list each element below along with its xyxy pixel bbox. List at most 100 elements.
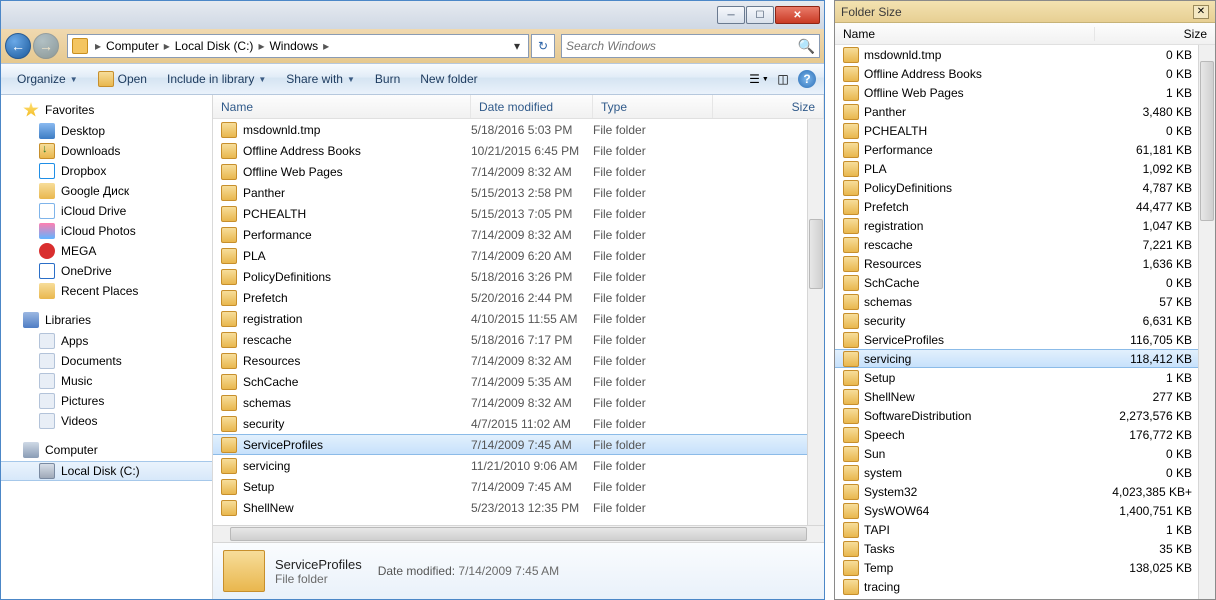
list-item[interactable]: Sun0 KB bbox=[835, 444, 1198, 463]
fs-column-name[interactable]: Name bbox=[835, 27, 1095, 41]
list-item[interactable]: system0 KB bbox=[835, 463, 1198, 482]
breadcrumb-dropdown[interactable]: ▾ bbox=[510, 39, 524, 53]
table-row[interactable]: Offline Web Pages7/14/2009 8:32 AMFile f… bbox=[213, 161, 807, 182]
navigation-pane[interactable]: Favorites DesktopDownloadsDropboxGoogle … bbox=[1, 95, 213, 599]
scrollbar-thumb[interactable] bbox=[809, 219, 823, 289]
column-name[interactable]: Name bbox=[213, 95, 471, 118]
list-item[interactable]: PLA1,092 KB bbox=[835, 159, 1198, 178]
list-item[interactable]: PolicyDefinitions4,787 KB bbox=[835, 178, 1198, 197]
nav-item[interactable]: Downloads bbox=[1, 141, 212, 161]
table-row[interactable]: Performance7/14/2009 8:32 AMFile folder bbox=[213, 224, 807, 245]
search-input[interactable] bbox=[566, 39, 798, 53]
table-row[interactable]: Offline Address Books10/21/2015 6:45 PMF… bbox=[213, 140, 807, 161]
table-row[interactable]: schemas7/14/2009 8:32 AMFile folder bbox=[213, 392, 807, 413]
list-item[interactable]: TAPI1 KB bbox=[835, 520, 1198, 539]
list-item[interactable]: Prefetch44,477 KB bbox=[835, 197, 1198, 216]
list-item[interactable]: Offline Web Pages1 KB bbox=[835, 83, 1198, 102]
nav-item[interactable]: Music bbox=[1, 371, 212, 391]
nav-item[interactable]: Dropbox bbox=[1, 161, 212, 181]
nav-item[interactable]: Desktop bbox=[1, 121, 212, 141]
list-item[interactable]: msdownld.tmp0 KB bbox=[835, 45, 1198, 64]
list-item[interactable]: Temp138,025 KB bbox=[835, 558, 1198, 577]
nav-item[interactable]: OneDrive bbox=[1, 261, 212, 281]
nav-item[interactable]: Pictures bbox=[1, 391, 212, 411]
nav-item[interactable]: Recent Places bbox=[1, 281, 212, 301]
include-in-library-button[interactable]: Include in library▼ bbox=[157, 69, 276, 89]
favorites-header[interactable]: Favorites bbox=[1, 99, 212, 121]
list-item[interactable]: tracing bbox=[835, 577, 1198, 596]
preview-pane-button[interactable]: ◫ bbox=[772, 68, 794, 90]
view-options-button[interactable]: ☰▼ bbox=[748, 68, 770, 90]
share-with-button[interactable]: Share with▼ bbox=[276, 69, 365, 89]
table-row[interactable]: PolicyDefinitions5/18/2016 3:26 PMFile f… bbox=[213, 266, 807, 287]
column-headers[interactable]: Name Date modified Type Size bbox=[213, 95, 824, 119]
list-item[interactable]: servicing118,412 KB bbox=[835, 349, 1198, 368]
table-row[interactable]: Prefetch5/20/2016 2:44 PMFile folder bbox=[213, 287, 807, 308]
list-item[interactable]: Panther3,480 KB bbox=[835, 102, 1198, 121]
scrollbar-thumb[interactable] bbox=[1200, 61, 1214, 221]
table-row[interactable]: registration4/10/2015 11:55 AMFile folde… bbox=[213, 308, 807, 329]
nav-item[interactable]: Documents bbox=[1, 351, 212, 371]
libraries-header[interactable]: Libraries bbox=[1, 309, 212, 331]
list-item[interactable]: SoftwareDistribution2,273,576 KB bbox=[835, 406, 1198, 425]
search-box[interactable]: 🔍 bbox=[561, 34, 820, 58]
forward-button[interactable]: → bbox=[33, 33, 59, 59]
list-item[interactable]: security6,631 KB bbox=[835, 311, 1198, 330]
horizontal-scrollbar[interactable] bbox=[213, 525, 824, 542]
nav-item[interactable]: MEGA bbox=[1, 241, 212, 261]
chevron-right-icon[interactable]: ▸ bbox=[92, 39, 104, 53]
table-row[interactable]: Resources7/14/2009 8:32 AMFile folder bbox=[213, 350, 807, 371]
vertical-scrollbar[interactable] bbox=[1198, 45, 1215, 599]
nav-item[interactable]: Google Диск bbox=[1, 181, 212, 201]
fs-column-size[interactable]: Size bbox=[1095, 27, 1215, 41]
nav-local-disk[interactable]: Local Disk (C:) bbox=[1, 461, 212, 481]
help-button[interactable]: ? bbox=[796, 68, 818, 90]
list-item[interactable]: ShellNew277 KB bbox=[835, 387, 1198, 406]
breadcrumb-computer[interactable]: Computer bbox=[104, 39, 161, 53]
maximize-button[interactable]: ☐ bbox=[746, 6, 774, 24]
open-button[interactable]: Open bbox=[88, 68, 157, 90]
computer-header[interactable]: Computer bbox=[1, 439, 212, 461]
organize-button[interactable]: Organize▼ bbox=[7, 69, 88, 89]
column-date[interactable]: Date modified bbox=[471, 95, 593, 118]
list-item[interactable]: SysWOW641,400,751 KB bbox=[835, 501, 1198, 520]
list-item[interactable]: PCHEALTH0 KB bbox=[835, 121, 1198, 140]
chevron-right-icon[interactable]: ▸ bbox=[255, 39, 267, 53]
folder-size-titlebar[interactable]: Folder Size ✕ bbox=[835, 1, 1215, 23]
table-row[interactable]: servicing11/21/2010 9:06 AMFile folder bbox=[213, 455, 807, 476]
close-button[interactable]: ✕ bbox=[775, 6, 820, 24]
refresh-button[interactable]: ↻ bbox=[531, 34, 555, 58]
table-row[interactable]: PCHEALTH5/15/2013 7:05 PMFile folder bbox=[213, 203, 807, 224]
file-rows[interactable]: msdownld.tmp5/18/2016 5:03 PMFile folder… bbox=[213, 119, 807, 525]
table-row[interactable]: rescache5/18/2016 7:17 PMFile folder bbox=[213, 329, 807, 350]
breadcrumb-drive[interactable]: Local Disk (C:) bbox=[173, 39, 256, 53]
list-item[interactable]: Offline Address Books0 KB bbox=[835, 64, 1198, 83]
nav-item[interactable]: Apps bbox=[1, 331, 212, 351]
chevron-right-icon[interactable]: ▸ bbox=[161, 39, 173, 53]
column-type[interactable]: Type bbox=[593, 95, 713, 118]
table-row[interactable]: msdownld.tmp5/18/2016 5:03 PMFile folder bbox=[213, 119, 807, 140]
new-folder-button[interactable]: New folder bbox=[410, 69, 487, 89]
list-item[interactable]: schemas57 KB bbox=[835, 292, 1198, 311]
table-row[interactable]: security4/7/2015 11:02 AMFile folder bbox=[213, 413, 807, 434]
titlebar[interactable]: ─ ☐ ✕ bbox=[1, 1, 824, 29]
list-item[interactable]: Setup1 KB bbox=[835, 368, 1198, 387]
burn-button[interactable]: Burn bbox=[365, 69, 410, 89]
list-item[interactable]: ServiceProfiles116,705 KB bbox=[835, 330, 1198, 349]
list-item[interactable]: Performance61,181 KB bbox=[835, 140, 1198, 159]
folder-size-rows[interactable]: msdownld.tmp0 KBOffline Address Books0 K… bbox=[835, 45, 1198, 599]
list-item[interactable]: System324,023,385 KB+ bbox=[835, 482, 1198, 501]
vertical-scrollbar[interactable] bbox=[807, 119, 824, 525]
list-item[interactable]: rescache7,221 KB bbox=[835, 235, 1198, 254]
table-row[interactable]: Setup7/14/2009 7:45 AMFile folder bbox=[213, 476, 807, 497]
folder-size-columns[interactable]: Name Size bbox=[835, 23, 1215, 45]
table-row[interactable]: SchCache7/14/2009 5:35 AMFile folder bbox=[213, 371, 807, 392]
list-item[interactable]: registration1,047 KB bbox=[835, 216, 1198, 235]
table-row[interactable]: ServiceProfiles7/14/2009 7:45 AMFile fol… bbox=[213, 434, 807, 455]
list-item[interactable]: SchCache0 KB bbox=[835, 273, 1198, 292]
search-icon[interactable]: 🔍 bbox=[798, 38, 815, 55]
list-item[interactable]: Resources1,636 KB bbox=[835, 254, 1198, 273]
chevron-right-icon[interactable]: ▸ bbox=[320, 39, 332, 53]
minimize-button[interactable]: ─ bbox=[717, 6, 745, 24]
table-row[interactable]: PLA7/14/2009 6:20 AMFile folder bbox=[213, 245, 807, 266]
